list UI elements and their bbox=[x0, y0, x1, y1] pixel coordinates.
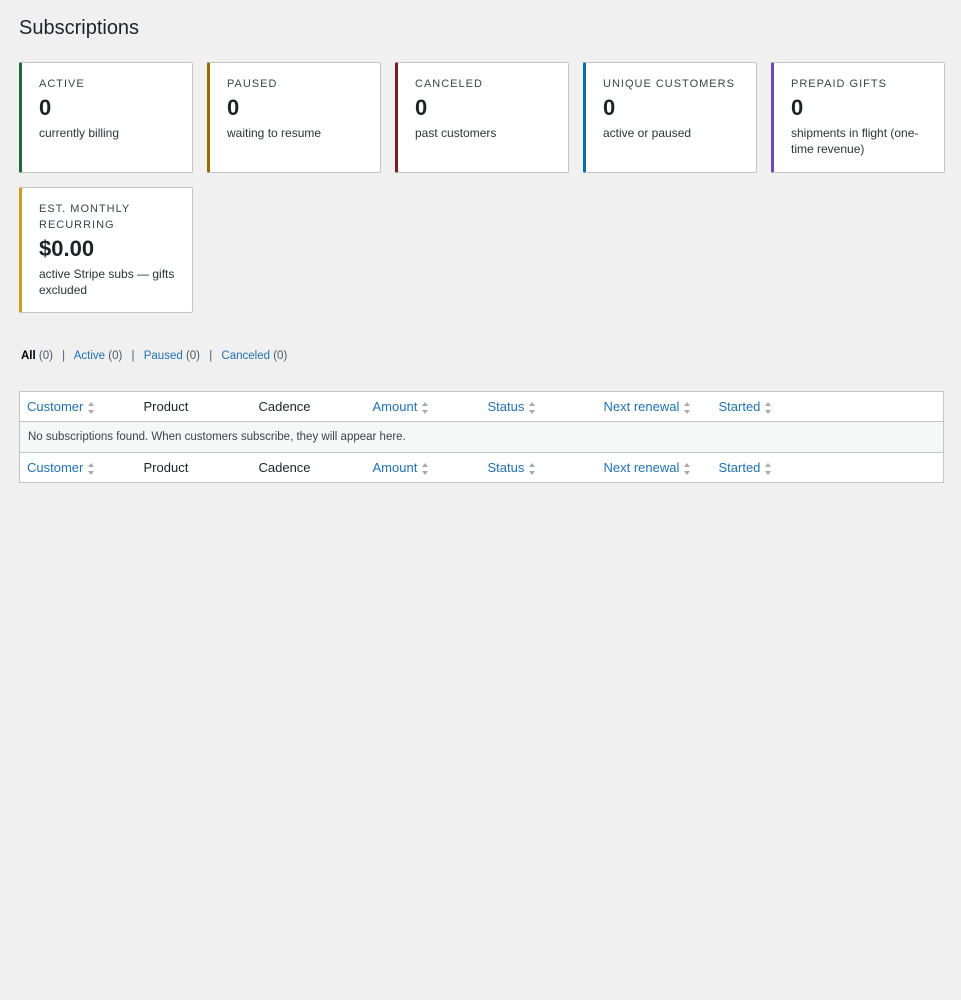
sort-arrows-icon bbox=[765, 401, 772, 414]
filter-all-count: (0) bbox=[38, 350, 53, 362]
stat-card-paused: PAUSED 0 waiting to resume bbox=[207, 62, 381, 173]
column-header-status[interactable]: Status bbox=[481, 392, 597, 422]
sort-started-link[interactable]: Started bbox=[719, 399, 773, 414]
stat-value: 0 bbox=[227, 95, 240, 120]
sort-started-link[interactable]: Started bbox=[719, 460, 773, 475]
sort-amount-link[interactable]: Amount bbox=[373, 399, 430, 414]
sort-arrows-icon bbox=[88, 401, 95, 414]
sort-arrows-icon bbox=[529, 462, 536, 475]
stat-description: shipments in flight (one-time revenue) bbox=[791, 126, 919, 156]
sort-arrows-icon bbox=[684, 401, 691, 414]
column-header-product: Product bbox=[143, 399, 189, 414]
stat-value: 0 bbox=[791, 95, 804, 120]
page: Subscriptions ACTIVE 0 currently billing… bbox=[0, 0, 961, 483]
sort-arrows-icon bbox=[529, 401, 536, 414]
column-footer-started[interactable]: Started bbox=[712, 453, 944, 483]
filter-active-count: (0) bbox=[108, 350, 123, 362]
stat-label: UNIQUE CUSTOMERS bbox=[603, 78, 735, 90]
stat-description: currently billing bbox=[39, 126, 120, 140]
column-footer-amount[interactable]: Amount bbox=[366, 453, 481, 483]
filter-canceled-link[interactable]: Canceled bbox=[221, 350, 270, 362]
column-footer-status[interactable]: Status bbox=[481, 453, 597, 483]
stat-label: PAUSED bbox=[227, 78, 278, 90]
stat-value: 0 bbox=[415, 95, 428, 120]
stat-value: 0 bbox=[39, 95, 52, 120]
filter-active-link[interactable]: Active bbox=[74, 350, 105, 362]
sort-arrows-icon bbox=[422, 401, 429, 414]
stat-label: PREPAID GIFTS bbox=[791, 78, 887, 90]
stat-card-prepaid-gifts: PREPAID GIFTS 0 shipments in flight (one… bbox=[771, 62, 945, 173]
column-footer-customer[interactable]: Customer bbox=[20, 453, 137, 483]
page-title: Subscriptions bbox=[19, 17, 140, 39]
column-footer-product: Product bbox=[143, 460, 189, 475]
table-footer-row: Customer Product Cadence Amount Status N… bbox=[19, 452, 944, 483]
stat-card-canceled: CANCELED 0 past customers bbox=[395, 62, 569, 173]
filter-canceled-count: (0) bbox=[273, 350, 288, 362]
filter-separator: | bbox=[131, 350, 135, 362]
sort-arrows-icon bbox=[684, 462, 691, 475]
sort-status-link[interactable]: Status bbox=[488, 399, 537, 414]
column-footer-next-renewal[interactable]: Next renewal bbox=[597, 453, 712, 483]
stat-value: $0.00 bbox=[39, 236, 95, 261]
sort-amount-link[interactable]: Amount bbox=[373, 460, 430, 475]
stat-label: EST. MONTHLY RECURRING bbox=[39, 203, 131, 231]
sort-arrows-icon bbox=[88, 462, 95, 475]
stat-card-active: ACTIVE 0 currently billing bbox=[19, 62, 193, 173]
stat-description: waiting to resume bbox=[227, 126, 322, 140]
column-header-amount[interactable]: Amount bbox=[366, 392, 481, 422]
sort-next-renewal-link[interactable]: Next renewal bbox=[604, 399, 692, 414]
filter-paused-link[interactable]: Paused bbox=[144, 350, 183, 362]
sort-customer-link[interactable]: Customer bbox=[27, 460, 95, 475]
stat-label: CANCELED bbox=[415, 78, 483, 90]
column-footer-cadence: Cadence bbox=[258, 460, 311, 475]
stat-card-unique-customers: UNIQUE CUSTOMERS 0 active or paused bbox=[583, 62, 757, 173]
column-header-cadence: Cadence bbox=[258, 399, 311, 414]
stat-card-est-monthly-recurring: EST. MONTHLY RECURRING $0.00 active Stri… bbox=[19, 187, 193, 313]
sort-arrows-icon bbox=[422, 462, 429, 475]
filter-separator: | bbox=[209, 350, 213, 362]
stat-description: past customers bbox=[415, 126, 497, 140]
empty-row: No subscriptions found. When customers s… bbox=[19, 421, 944, 453]
filter-paused-count: (0) bbox=[185, 350, 201, 362]
sort-arrows-icon bbox=[765, 462, 772, 475]
status-filter-links: All (0) | Active (0) | Paused (0) | Canc… bbox=[19, 349, 944, 369]
sort-customer-link[interactable]: Customer bbox=[27, 399, 95, 414]
stat-description: active or paused bbox=[603, 126, 692, 140]
column-header-next-renewal[interactable]: Next renewal bbox=[597, 392, 712, 422]
sort-next-renewal-link[interactable]: Next renewal bbox=[604, 460, 692, 475]
table-header-row: Customer Product Cadence Amount Status N… bbox=[19, 392, 944, 422]
subscriptions-table: Customer Product Cadence Amount Status N… bbox=[19, 391, 944, 483]
stat-label: ACTIVE bbox=[39, 78, 85, 90]
column-header-started[interactable]: Started bbox=[712, 392, 944, 422]
filter-all-link[interactable]: All bbox=[21, 350, 36, 362]
empty-message: No subscriptions found. When customers s… bbox=[19, 421, 944, 453]
filter-separator: | bbox=[62, 350, 66, 362]
stat-description: active Stripe subs — gifts excluded bbox=[39, 267, 175, 297]
stat-value: 0 bbox=[603, 95, 616, 120]
stats-cards: ACTIVE 0 currently billing PAUSED 0 wait… bbox=[19, 62, 945, 313]
column-header-customer[interactable]: Customer bbox=[20, 392, 137, 422]
sort-status-link[interactable]: Status bbox=[488, 460, 537, 475]
